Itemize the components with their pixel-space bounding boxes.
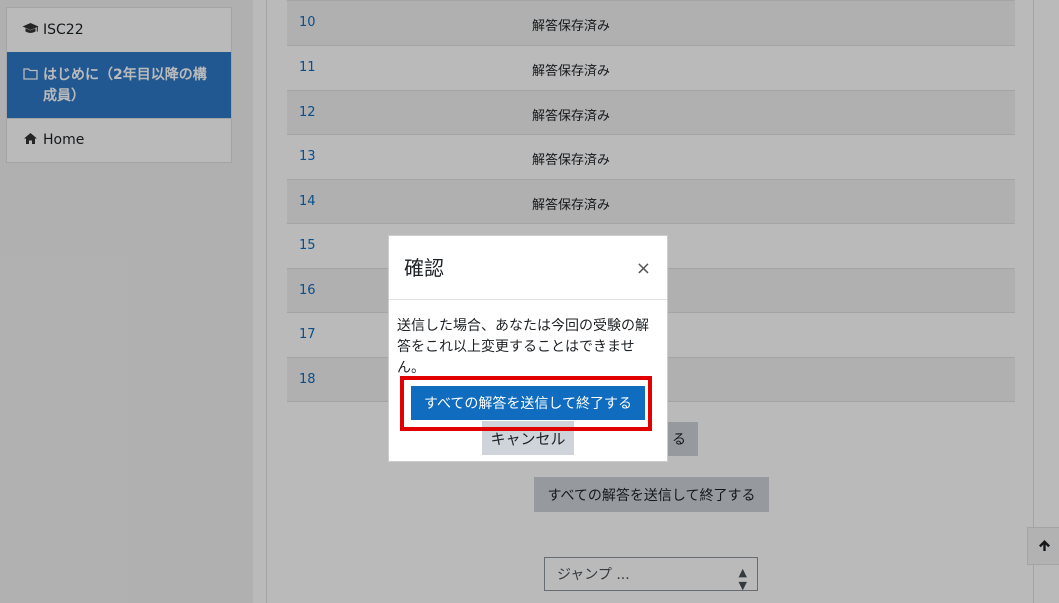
close-icon[interactable]: ×	[636, 258, 651, 279]
page: ISC22 はじめに（2年目以降の構成員） Home 10 解答保存済み 11 …	[0, 0, 1059, 603]
dialog-title: 確認	[404, 256, 444, 280]
divider	[389, 299, 667, 300]
dialog-message: 送信した場合、あなたは今回の受験の解答をこれ以上変更することはできません。	[397, 318, 649, 376]
highlight-box	[400, 376, 652, 431]
